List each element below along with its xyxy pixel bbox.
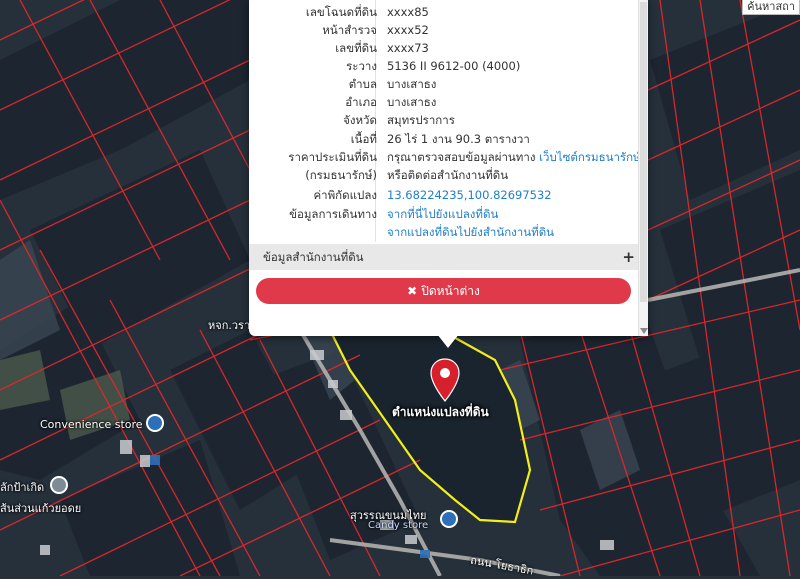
info-row: เลขที่ดิน xxxx73	[249, 39, 639, 57]
pin-icon[interactable]	[50, 476, 68, 494]
land-office-section-label: ข้อมูลสำนักงานที่ดิน	[263, 250, 364, 264]
info-key: เนื้อที่	[350, 132, 377, 146]
close-window-label: ปิดหน้าต่าง	[421, 284, 480, 298]
scroll-down-icon[interactable]	[640, 328, 648, 334]
poi-candy-sublabel: Candy store	[368, 520, 429, 531]
close-window-button[interactable]: ✖ ปิดหน้าต่าง	[256, 278, 631, 304]
info-row: หน้าสำรวจ xxxx52	[249, 21, 639, 39]
route-to-office-link[interactable]: จากแปลงที่ดินไปยังสำนักงานที่ดิน	[387, 225, 554, 239]
popup-pointer	[437, 334, 459, 348]
shop-icon[interactable]	[146, 414, 164, 432]
plus-icon[interactable]: +	[622, 244, 635, 270]
route-to-parcel-link[interactable]: จากที่นี่ไปยังแปลงที่ดิน	[387, 207, 498, 221]
info-key: ตำบล	[348, 77, 377, 91]
price-text: กรุณาตรวจสอบข้อมูลผ่านทาง	[387, 150, 536, 164]
info-value: xxxx85	[387, 5, 429, 19]
info-row: เลขโฉนดที่ดิน xxxx85	[249, 3, 639, 21]
info-row: เนื้อที่ 26 ไร่ 1 งาน 90.3 ตารางวา	[249, 130, 639, 148]
price-text-2: หรือติดต่อสำนักงานที่ดิน	[387, 168, 509, 182]
info-key: จังหวัด	[343, 113, 377, 127]
marker-label: ตำแหน่งแปลงที่ดิน	[392, 405, 489, 419]
info-value: บางเสาธง	[387, 77, 437, 91]
coords-key: ค่าพิกัดแปลง	[313, 188, 377, 202]
travel-row: ข้อมูลการเดินทาง จากที่นี่ไปยังแปลงที่ดิ…	[249, 205, 639, 223]
price-row-2: (กรมธนารักษ์) หรือติดต่อสำนักงานที่ดิน	[249, 166, 639, 184]
info-value: xxxx52	[387, 23, 429, 37]
road-label: หจก.วรา	[208, 319, 251, 332]
scrollbar-thumb[interactable]	[640, 2, 647, 302]
price-key: ราคาประเมินที่ดิน	[288, 150, 377, 164]
info-row: อำเภอ บางเสาธง	[249, 93, 639, 111]
treasury-website-link[interactable]: เว็บไซต์กรมธนารักษ์	[539, 150, 641, 164]
info-key: หน้าสำรวจ	[322, 23, 377, 37]
coords-link[interactable]: 13.68224235,100.82697532	[387, 188, 552, 202]
price-key-2: (กรมธนารักษ์)	[305, 168, 377, 182]
info-key: อำเภอ	[345, 95, 377, 109]
search-tab[interactable]: ค้นหาสถา	[742, 0, 800, 15]
info-value: สมุทรปราการ	[387, 113, 455, 127]
land-office-section-toggle[interactable]: ข้อมูลสำนักงานที่ดิน +	[249, 244, 639, 270]
close-icon: ✖	[407, 284, 418, 298]
info-key: เลขที่ดิน	[335, 41, 377, 55]
candy-store-icon[interactable]	[440, 510, 458, 528]
info-value: บางเสาธง	[387, 95, 437, 109]
poi-convenience-store-label: Convenience store	[40, 418, 143, 431]
poi-left-label-1: ลักป้าเกิด	[0, 481, 45, 494]
map-marker-icon[interactable]	[430, 358, 460, 402]
info-value: 26 ไร่ 1 งาน 90.3 ตารางวา	[387, 132, 530, 146]
info-row: จังหวัด สมุทรปราการ	[249, 111, 639, 129]
coords-row: ค่าพิกัดแปลง 13.68224235,100.82697532	[249, 186, 639, 204]
info-value: 5136 II 9612-00 (4000)	[387, 59, 521, 73]
info-key: เลขโฉนดที่ดิน	[305, 5, 377, 19]
popup-scrollbar[interactable]	[638, 0, 648, 336]
travel-key: ข้อมูลการเดินทาง	[289, 207, 377, 221]
info-key: ระวาง	[346, 59, 377, 73]
travel-row-2: จากแปลงที่ดินไปยังสำนักงานที่ดิน	[249, 223, 639, 241]
info-row: ตำบล บางเสาธง	[249, 75, 639, 93]
info-value: xxxx73	[387, 41, 429, 55]
info-row: ระวาง 5136 II 9612-00 (4000)	[249, 57, 639, 75]
poi-left-label-2: ส้นส่วนแก้วยอดย	[0, 502, 82, 515]
price-row: ราคาประเมินที่ดิน กรุณาตรวจสอบข้อมูลผ่าน…	[249, 148, 641, 166]
price-value: กรุณาตรวจสอบข้อมูลผ่านทาง เว็บไซต์กรมธนา…	[387, 148, 641, 166]
parcel-info-popup: เลขโฉนดที่ดิน xxxx85 หน้าสำรวจ xxxx52 เลขที่…	[249, 0, 648, 336]
